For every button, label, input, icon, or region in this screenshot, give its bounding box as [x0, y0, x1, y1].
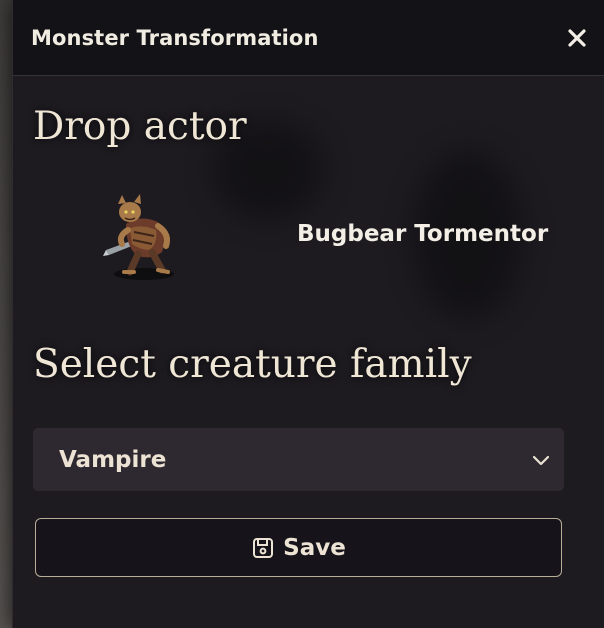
- close-icon: [568, 28, 586, 47]
- actor-drop-zone[interactable]: Bugbear Tormentor: [12, 178, 604, 296]
- close-button[interactable]: [562, 23, 592, 53]
- select-family-heading: Select creature family: [33, 342, 472, 387]
- selected-family-value: Vampire: [59, 446, 167, 473]
- window-header[interactable]: Monster Transformation: [13, 0, 604, 76]
- window-title: Monster Transformation: [31, 25, 319, 50]
- bugbear-portrait-icon: [103, 194, 174, 280]
- actor-name: Bugbear Tormentor: [297, 221, 549, 247]
- save-button-label: Save: [283, 534, 346, 561]
- floppy-disk-icon: [253, 537, 274, 558]
- drop-actor-heading: Drop actor: [33, 104, 247, 149]
- creature-family-select[interactable]: Vampire: [33, 428, 564, 491]
- save-button[interactable]: Save: [35, 518, 562, 577]
- chevron-down-icon: [532, 455, 550, 465]
